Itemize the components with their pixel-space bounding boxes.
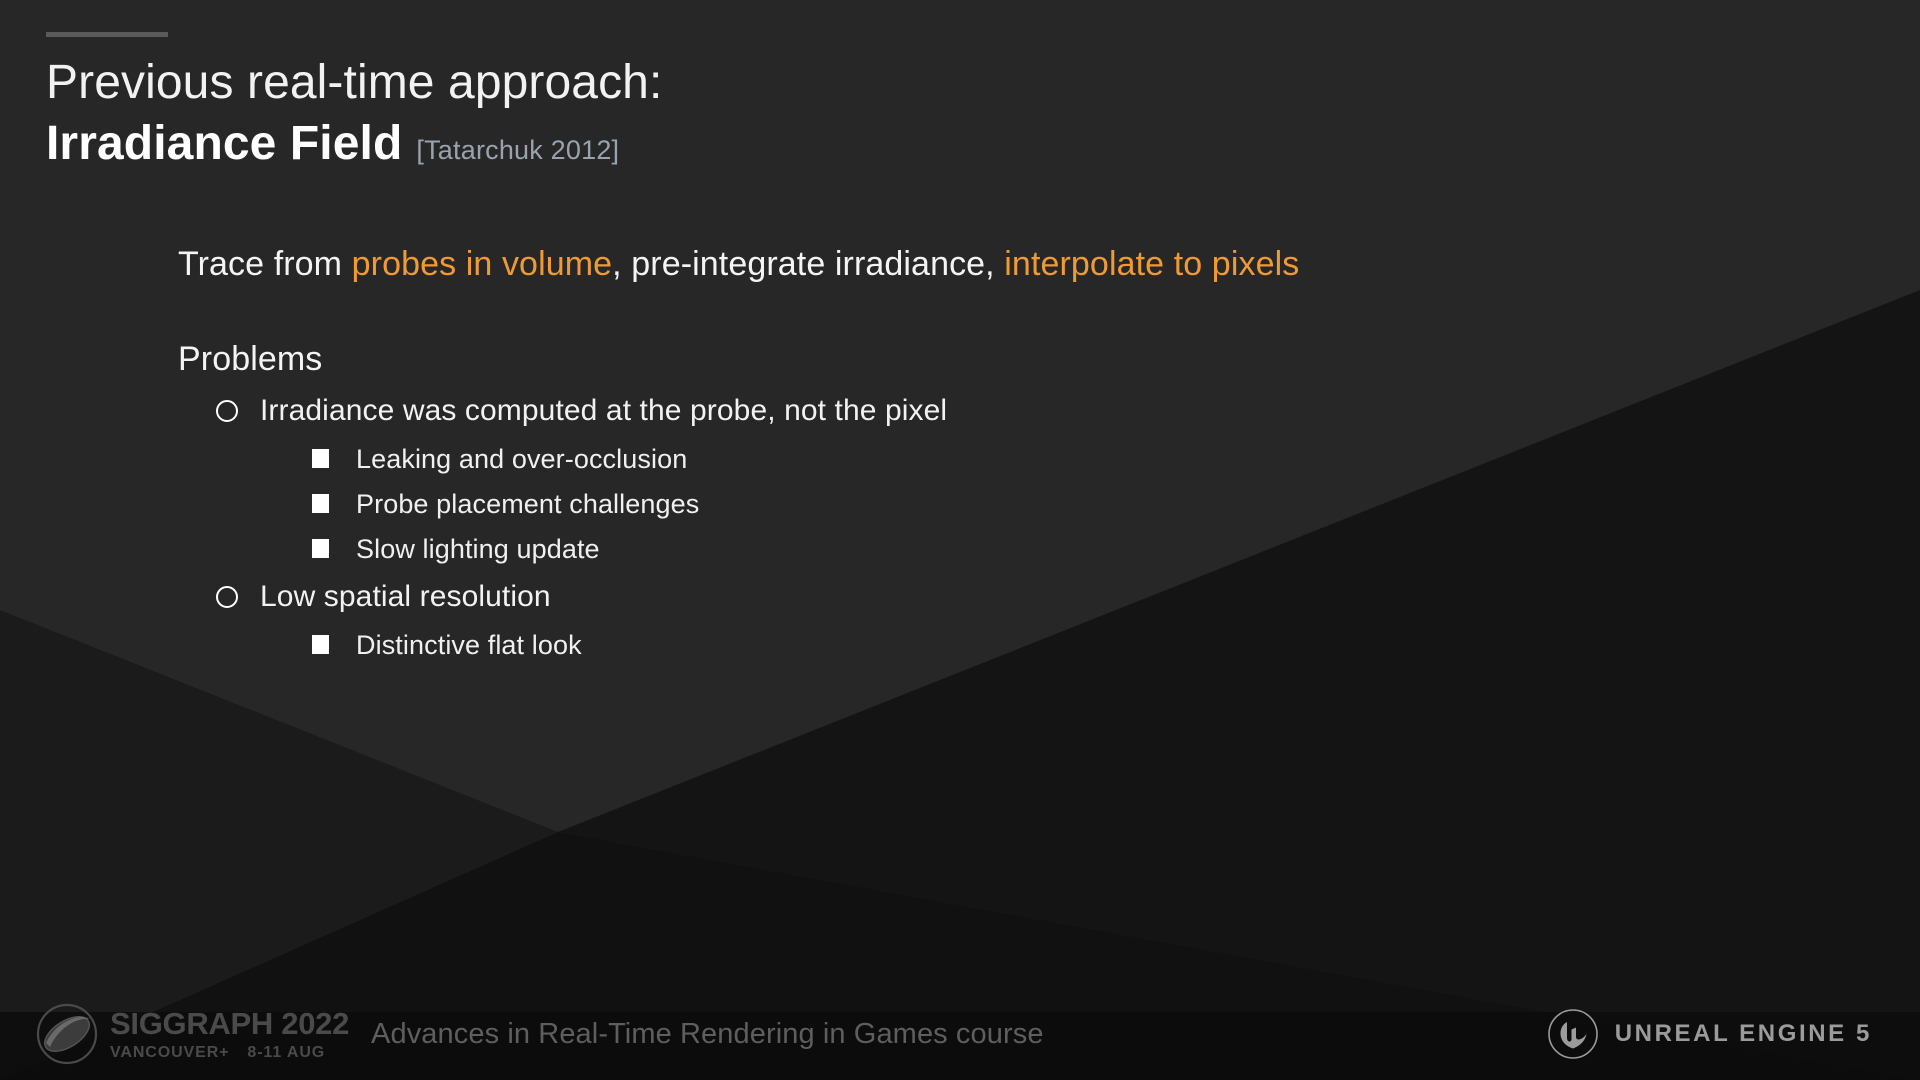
siggraph-logo-icon [36, 1003, 98, 1065]
lead-text-part1: Trace from [178, 245, 352, 283]
filled-square-bullet-icon [312, 539, 329, 559]
siggraph-dates: 8-11 AUG [247, 1043, 326, 1061]
body-content: Trace from probes in volume, pre-integra… [178, 245, 1818, 663]
hollow-circle-bullet-icon [216, 400, 238, 422]
problems-heading: Problems [178, 340, 323, 378]
unreal-engine-brand: UNREAL ENGINE 5 [1547, 1008, 1872, 1060]
problems-bullet-list: Irradiance was computed at the probe, no… [178, 391, 1818, 663]
siggraph-brand: SIGGRAPH 2022 VANCOUVER+ 8-11 AUG [36, 1003, 349, 1065]
list-item-label: Probe placement challenges [356, 488, 700, 519]
list-item: Leaking and over-occlusion [312, 441, 1818, 477]
filled-square-bullet-icon [312, 635, 329, 655]
filled-square-bullet-icon [312, 493, 329, 513]
lead-text-part2: , pre-integrate irradiance, [612, 245, 1005, 283]
filled-square-bullet-icon [312, 448, 329, 468]
hollow-circle-bullet-icon [216, 586, 238, 609]
list-item: Irradiance was computed at the probe, no… [216, 391, 1818, 432]
page-title: Irradiance Field [46, 116, 403, 170]
lead-highlight-probes: probes in volume [351, 245, 613, 283]
slide-canvas: Previous real-time approach: Irradiance … [0, 0, 1920, 1080]
siggraph-location: VANCOUVER+ [110, 1043, 230, 1061]
list-item-label: Low spatial resolution [260, 580, 551, 614]
siggraph-wordmark: SIGGRAPH 2022 VANCOUVER+ 8-11 AUG [110, 1008, 349, 1061]
title-accent-rule [46, 32, 168, 37]
list-item-label: Slow lighting update [356, 534, 600, 565]
list-item: Probe placement challenges [312, 486, 1818, 522]
list-item: Slow lighting update [312, 531, 1818, 567]
siggraph-subtitle: VANCOUVER+ 8-11 AUG [110, 1043, 349, 1061]
title-main-row: Irradiance Field [Tatarchuk 2012] [46, 116, 662, 171]
siggraph-title: SIGGRAPH 2022 [110, 1005, 350, 1041]
list-item: Distinctive flat look [312, 627, 1818, 663]
list-item: Low spatial resolution [216, 577, 1818, 618]
list-item-label: Distinctive flat look [356, 630, 582, 661]
unreal-engine-logo-icon [1547, 1009, 1598, 1059]
title-block: Previous real-time approach: Irradiance … [46, 55, 662, 171]
title-citation: [Tatarchuk 2012] [416, 134, 620, 165]
lead-statement: Trace from probes in volume, pre-integra… [178, 245, 1818, 284]
lead-highlight-interpolate: interpolate to pixels [1004, 245, 1300, 283]
course-title: Advances in Real-Time Rendering in Games… [371, 1017, 1044, 1050]
slide-footer: SIGGRAPH 2022 VANCOUVER+ 8-11 AUG Advanc… [0, 988, 1920, 1080]
list-item-label: Leaking and over-occlusion [356, 443, 688, 474]
unreal-engine-label: UNREAL ENGINE 5 [1614, 1020, 1872, 1047]
title-eyebrow: Previous real-time approach: [46, 56, 663, 109]
list-item-label: Irradiance was computed at the probe, no… [260, 394, 948, 427]
